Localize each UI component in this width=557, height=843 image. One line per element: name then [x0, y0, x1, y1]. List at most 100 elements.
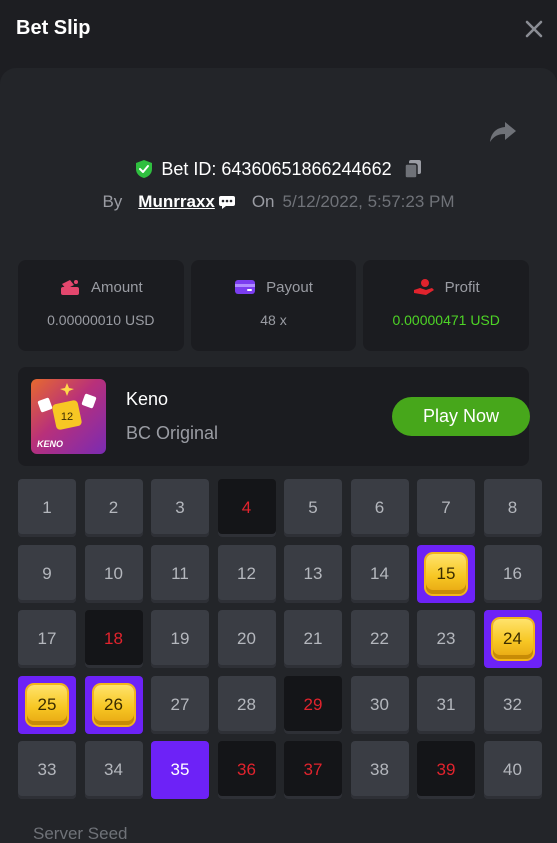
keno-cell-28: 28	[217, 675, 276, 734]
keno-cell-32: 32	[483, 675, 542, 734]
keno-cell-8: 8	[483, 479, 542, 537]
close-icon[interactable]	[523, 18, 545, 40]
keno-cell-17: 17	[18, 610, 76, 668]
keno-number: 30	[370, 694, 389, 714]
keno-number: 34	[104, 760, 123, 779]
keno-cell-33: 33	[18, 741, 76, 799]
keno-number: 13	[303, 563, 323, 583]
keno-cell-5: 5	[284, 479, 342, 537]
page-title: Bet Slip	[16, 17, 91, 39]
keno-cell-37: 37	[284, 741, 342, 799]
keno-number: 31	[436, 694, 456, 714]
keno-cell-16: 16	[483, 544, 542, 603]
game-subtitle: BC Original	[126, 423, 219, 443]
stat-profit-value: 0.00000471 USD	[392, 312, 500, 328]
keno-number: 16	[503, 563, 522, 583]
keno-number: 18	[104, 629, 123, 648]
keno-cell-38: 38	[350, 741, 409, 799]
play-now-button[interactable]: Play Now	[392, 397, 530, 436]
keno-number: 32	[503, 694, 522, 714]
keno-number: 2	[108, 498, 119, 517]
keno-cell-31: 31	[417, 675, 475, 734]
bet-id-row: Bet ID: 64360651866244662	[0, 157, 557, 181]
stat-payout: Payout 48 x	[190, 260, 357, 351]
keno-cell-35: 35	[151, 741, 209, 799]
keno-cell-21: 21	[284, 610, 342, 668]
gold-gem-icon: 26	[93, 684, 134, 725]
keno-cell-29: 29	[284, 675, 342, 734]
keno-cell-7: 7	[417, 479, 475, 537]
keno-number: 26	[104, 694, 123, 714]
keno-cell-12: 12	[217, 544, 276, 603]
share-icon[interactable]	[489, 120, 517, 144]
keno-number: 10	[104, 563, 123, 583]
keno-cell-40: 40	[483, 741, 542, 799]
keno-cell-3: 3	[151, 479, 209, 537]
card-icon	[235, 280, 256, 294]
keno-cell-30: 30	[350, 675, 409, 734]
keno-number: 5	[308, 498, 318, 517]
keno-number: 17	[37, 629, 57, 648]
shield-check-icon	[136, 160, 153, 178]
keno-number: 25	[37, 694, 57, 714]
keno-number: 8	[507, 498, 518, 517]
keno-number: 40	[503, 760, 522, 779]
keno-cell-14: 14	[350, 544, 409, 603]
stat-amount-value: 0.00000010 USD	[47, 312, 155, 328]
stat-profit: Profit 0.00000471 USD	[363, 260, 530, 351]
keno-number: 29	[303, 694, 323, 714]
keno-cell-23: 23	[417, 610, 475, 668]
game-name: Keno	[126, 389, 169, 409]
keno-cell-2: 2	[84, 479, 143, 537]
bet-date: 5/12/2022, 5:57:23 PM	[282, 192, 455, 211]
copy-icon[interactable]	[403, 159, 422, 179]
keno-cell-19: 19	[151, 610, 209, 668]
keno-number: 39	[436, 760, 456, 779]
keno-cell-22: 22	[350, 610, 409, 668]
keno-cell-24: 24	[483, 610, 542, 668]
keno-cell-25: 25	[18, 675, 76, 734]
thumb-badge: 12	[61, 411, 73, 423]
bet-stats: Amount 0.00000010 USD Payout 48 x Profit…	[18, 260, 530, 351]
keno-cell-4: 4	[217, 479, 276, 537]
keno-number: 22	[370, 629, 389, 648]
stat-payout-label: Payout	[266, 278, 313, 296]
hand-money-icon	[413, 279, 434, 295]
keno-cell-34: 34	[84, 741, 143, 799]
by-label: By	[102, 192, 123, 211]
keno-cell-36: 36	[217, 741, 276, 799]
gold-gem-icon: 25	[27, 684, 67, 725]
keno-cell-13: 13	[284, 544, 342, 603]
keno-cell-10: 10	[84, 544, 143, 603]
keno-number: 24	[503, 629, 522, 648]
keno-number: 4	[241, 498, 252, 517]
bet-slip-header: Bet Slip	[0, 0, 557, 60]
keno-cell-18: 18	[84, 610, 143, 668]
keno-number: 36	[237, 760, 256, 779]
bet-author-row: By Munrraxx On 5/12/2022, 5:57:23 PM	[0, 190, 557, 214]
username-link[interactable]: Munrraxx	[138, 192, 236, 212]
keno-number: 27	[170, 694, 190, 714]
gold-gem-icon: 15	[426, 553, 466, 594]
username: Munrraxx	[138, 192, 215, 211]
keno-cell-1: 1	[18, 479, 76, 537]
keno-cell-6: 6	[350, 479, 409, 537]
game-card: 12 KENO Keno BC Original Play Now	[18, 367, 530, 466]
thumb-text: KENO	[37, 439, 64, 449]
keno-number: 33	[37, 760, 57, 779]
keno-number: 6	[374, 498, 385, 517]
keno-cell-15: 15	[417, 544, 475, 603]
bet-id: Bet ID: 64360651866244662	[161, 158, 392, 179]
keno-cell-26: 26	[84, 675, 143, 734]
keno-number: 12	[237, 563, 256, 583]
keno-number: 23	[436, 629, 456, 648]
keno-cell-9: 9	[18, 544, 76, 603]
keno-number: 21	[303, 629, 323, 648]
keno-number: 37	[303, 760, 323, 779]
keno-number: 20	[237, 629, 256, 648]
keno-number: 3	[175, 498, 185, 517]
server-seed-label: Server Seed	[33, 824, 128, 843]
keno-cell-27: 27	[151, 675, 209, 734]
keno-game-thumbnail[interactable]: 12 KENO	[31, 379, 106, 454]
keno-number: 28	[237, 694, 256, 714]
